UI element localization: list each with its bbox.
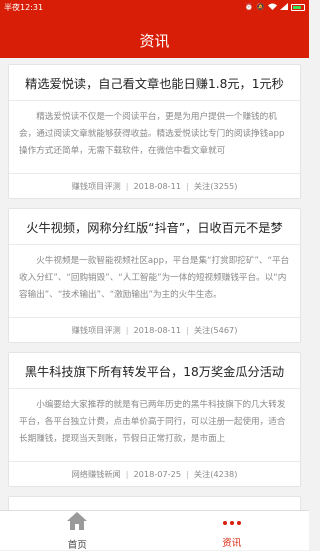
meta-divider: | [186,325,189,335]
article-feed[interactable]: 精选爱悦读，自己看文章也能日赚1.8元，1元秒 精选爱悦读不仅是一个阅读平台，更… [0,58,309,510]
article-card-partial[interactable] [8,496,301,510]
meta-divider: | [125,325,129,335]
article-summary: 精选爱悦读不仅是一个阅读平台，更是为用户提供一个赚钱的机会，通过阅读文章就能够获… [9,101,300,174]
article-meta: 赚钱项目评测 | 2018-08-11 | 关注(3255) [9,174,300,198]
tab-home[interactable]: 首页 [0,511,155,551]
article-summary: 火牛视频是一款智能视频社区app，平台是集“打赏即挖矿”、“平台收入分红”、“回… [9,245,300,318]
article-card[interactable]: 黑牛科技旗下所有转发平台，18万奖金瓜分活动 小编要给大家推荐的就是有已两年历史… [8,352,301,487]
article-category: 网络赚钱新闻 [71,469,121,479]
status-icons: ⏰ 🔕 [244,2,305,12]
mute-icon: 🔕 [256,3,265,11]
article-card[interactable]: 精选爱悦读，自己看文章也能日赚1.8元，1元秒 精选爱悦读不仅是一个阅读平台，更… [8,64,301,199]
article-title[interactable]: 精选爱悦读，自己看文章也能日赚1.8元，1元秒 [9,65,300,101]
article-meta: 网络赚钱新闻 | 2018-07-25 | 关注(4238) [9,462,300,486]
article-follows: 关注(3255) [193,181,238,191]
article-meta: 赚钱项目评测 | 2018-08-11 | 关注(5467) [9,318,300,342]
alarm-icon: ⏰ [244,3,254,11]
battery-icon [291,3,305,11]
article-date: 2018-07-25 [133,469,182,479]
article-category: 赚钱项目评测 [71,325,121,335]
bottom-tab-bar: 首页 资讯 [0,510,310,551]
tab-news-label: 资讯 [222,537,242,549]
meta-divider: | [186,469,189,479]
meta-divider: | [186,181,189,191]
page-title: 资讯 [139,32,170,50]
article-category: 赚钱项目评测 [71,181,121,191]
signal-icon [280,2,288,12]
article-follows: 关注(5467) [193,325,238,335]
tab-news[interactable]: 资讯 [155,511,310,550]
article-date: 2018-08-11 [133,325,182,335]
status-time: 半夜12:31 [4,2,44,12]
meta-divider: | [125,181,129,191]
status-bar: 半夜12:31 ⏰ 🔕 [0,0,309,14]
home-icon [66,511,88,535]
more-dots-icon [222,513,241,533]
article-card[interactable]: 火牛视频，网称分红版“抖音”，日收百元不是梦 火牛视频是一款智能视频社区app，… [8,208,301,343]
article-date: 2018-08-11 [133,181,182,191]
article-title[interactable]: 火牛视频，网称分红版“抖音”，日收百元不是梦 [9,209,300,245]
app-header: 资讯 [0,14,309,58]
article-summary: 小编要给大家推荐的就是有已两年历史的黑牛科技旗下的几大转发平台，各平台独立计费，… [9,389,300,462]
tab-home-label: 首页 [67,539,87,551]
meta-divider: | [125,469,129,479]
article-follows: 关注(4238) [193,469,238,479]
article-title[interactable]: 黑牛科技旗下所有转发平台，18万奖金瓜分活动 [9,353,300,389]
wifi-icon [268,3,277,12]
